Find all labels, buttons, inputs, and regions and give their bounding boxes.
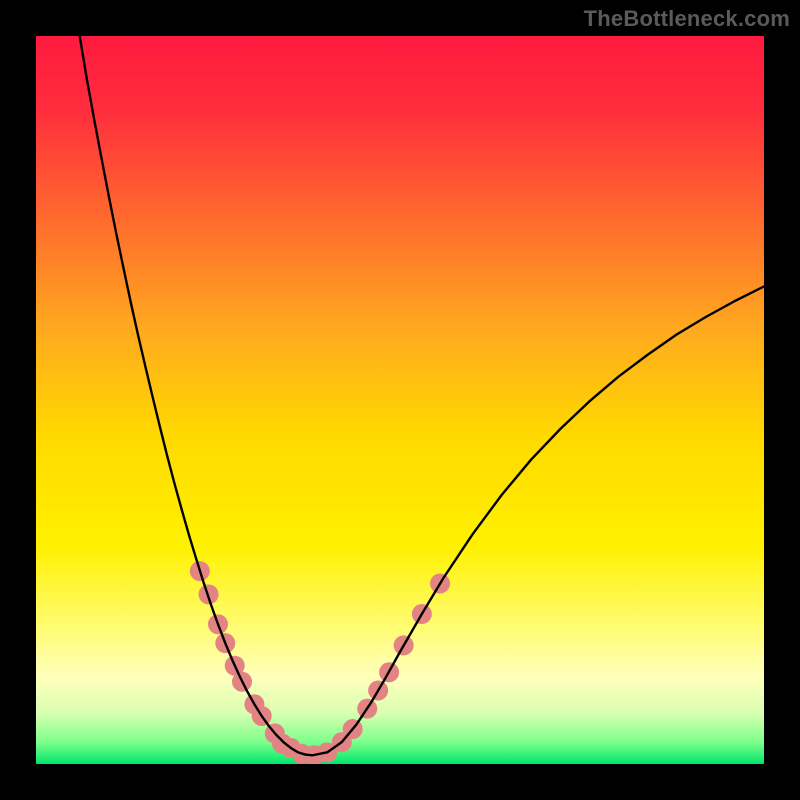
gradient-background (36, 36, 764, 764)
chart-svg (36, 36, 764, 764)
plot-area (36, 36, 764, 764)
watermark-text: TheBottleneck.com (584, 6, 790, 32)
chart-frame: TheBottleneck.com (0, 0, 800, 800)
